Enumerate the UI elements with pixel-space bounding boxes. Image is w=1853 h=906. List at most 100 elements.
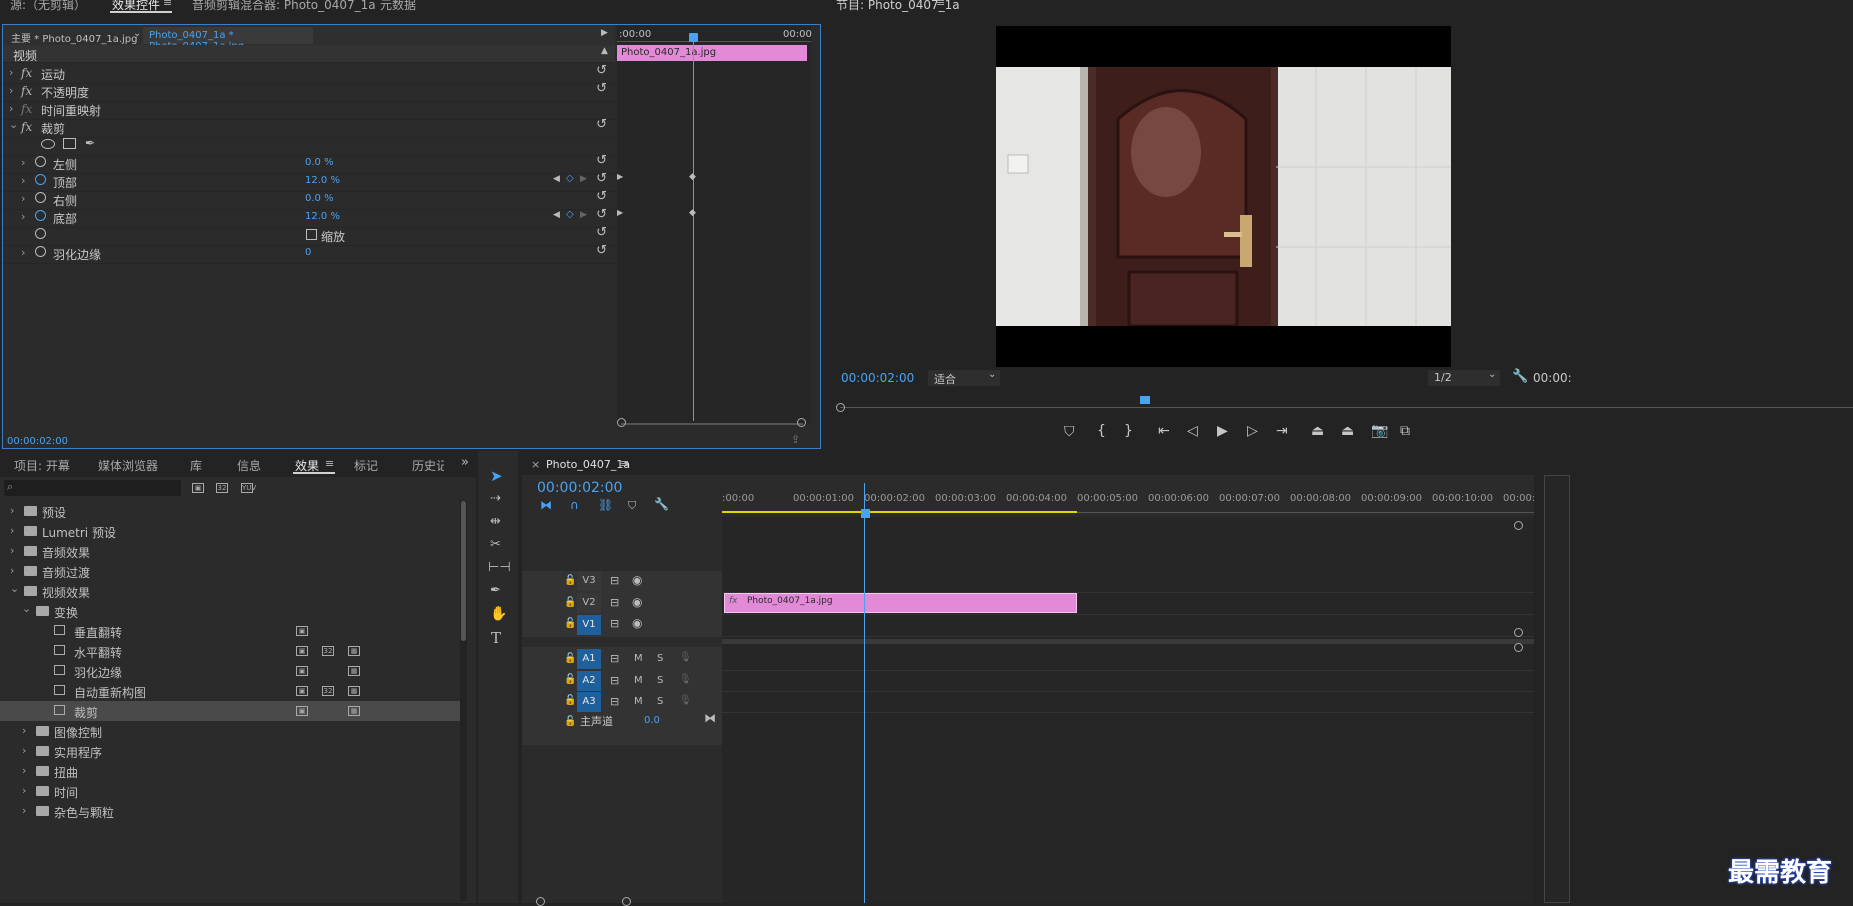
fx-icon[interactable]: fx <box>21 66 32 80</box>
nav-arrow-icon[interactable]: ▶ <box>617 172 623 181</box>
sequence-clip-tab[interactable]: Photo_0407_1a * Photo_0407_1a.jpg <box>143 27 313 52</box>
master-clip-label[interactable]: 主要 * Photo_0407_1a.jpg <box>11 30 137 45</box>
effects-folder[interactable]: › 扭曲 <box>0 761 460 781</box>
menu-icon[interactable]: ≡ <box>620 457 629 470</box>
tab-library[interactable]: 库 <box>190 457 202 474</box>
effect-item[interactable]: ▣ 垂直翻转 <box>0 621 460 641</box>
track-a2[interactable]: A2 <box>577 671 601 691</box>
scrollbar-thumb[interactable] <box>461 501 466 641</box>
chevron-right-icon[interactable]: › <box>22 744 26 757</box>
tab-history[interactable]: 历史记 <box>412 457 444 474</box>
track-v2[interactable]: V2 <box>577 593 601 613</box>
track-v3[interactable]: V3 <box>577 571 601 591</box>
mute-button[interactable]: M <box>634 653 643 664</box>
export-icon[interactable]: ⇪ <box>791 433 800 446</box>
stopwatch-icon[interactable] <box>35 228 46 239</box>
reset-icon[interactable]: ↺ <box>596 153 607 168</box>
chevron-down-icon[interactable]: ⌄ <box>9 118 18 131</box>
chevron-right-icon[interactable]: › <box>21 174 25 187</box>
mic-icon[interactable]: 🎙 <box>679 695 692 706</box>
effects-folder[interactable]: › 音频过渡 <box>0 561 460 581</box>
marker-icon[interactable]: ⛉ <box>628 499 636 513</box>
mute-button[interactable]: M <box>634 696 643 707</box>
scroll-handle-left[interactable] <box>617 418 626 427</box>
chevron-right-icon[interactable]: › <box>21 192 25 205</box>
add-keyframe-icon[interactable]: ◇ <box>566 209 574 220</box>
go-to-out-icon[interactable]: ⇥ <box>1276 423 1288 439</box>
prev-keyframe-icon[interactable]: ◀ <box>553 174 560 184</box>
linked-select-icon[interactable]: ⛓ <box>598 498 613 512</box>
sync-lock-icon[interactable]: ⊟ <box>610 574 619 587</box>
effects-folder[interactable]: › 音频效果 <box>0 541 460 561</box>
effect-controls-timecode[interactable]: 00:00:02:00 <box>7 436 68 447</box>
close-icon[interactable]: × <box>531 458 540 471</box>
param-value[interactable]: 0.0 % <box>305 157 334 168</box>
yuv-filter-icon[interactable]: YUV <box>241 483 256 493</box>
slip-tool-icon[interactable]: ⊢⊣ <box>488 560 511 575</box>
effect-item[interactable]: ▣ ▦ 羽化边缘 <box>0 661 460 681</box>
next-keyframe-icon[interactable]: ▶ <box>580 210 587 220</box>
sync-lock-icon[interactable]: ⊟ <box>610 695 619 708</box>
lock-icon[interactable]: 🔓 <box>564 653 576 664</box>
keyframe-icon[interactable]: ◆ <box>689 172 696 182</box>
playhead-handle[interactable] <box>689 33 698 42</box>
chevron-right-icon[interactable]: › <box>9 84 13 97</box>
ellipse-mask-icon[interactable] <box>41 139 55 149</box>
feather-row[interactable]: › 羽化边缘 0 ↺ <box>3 243 615 264</box>
effects-folder[interactable]: › 预设 <box>0 501 460 521</box>
ripple-edit-tool-icon[interactable]: ⇹ <box>490 514 501 529</box>
sync-lock-icon[interactable]: ⊟ <box>610 652 619 665</box>
resolution-dropdown[interactable]: 1/2 ⌄ <box>1428 369 1500 386</box>
stopwatch-icon[interactable] <box>35 156 46 167</box>
scroll-handle-right[interactable] <box>797 418 806 427</box>
play-triangle-icon[interactable]: ▶ <box>601 28 608 38</box>
chevron-right-icon[interactable]: › <box>21 210 25 223</box>
camera-icon[interactable]: 📷 <box>1371 423 1388 439</box>
effect-item[interactable]: ▣ ▦ 32 水平翻转 <box>0 641 460 661</box>
effects-folder[interactable]: › 杂色与颗粒 <box>0 801 460 821</box>
vertical-zoom-bar[interactable] <box>1514 517 1523 903</box>
track-select-tool-icon[interactable]: ⇢ <box>490 491 501 506</box>
lock-icon[interactable]: 🔓 <box>564 618 576 629</box>
work-area-bar[interactable] <box>722 511 1077 513</box>
more-tabs-icon[interactable]: » <box>461 455 469 470</box>
wrench-icon[interactable]: 🔧 <box>654 497 669 511</box>
effects-folder[interactable]: ⌄ 视频效果 <box>0 581 460 601</box>
program-scrubber[interactable] <box>836 396 1853 412</box>
pen-mask-icon[interactable]: ✒ <box>85 136 95 150</box>
add-marker-icon[interactable]: ⛉ <box>1064 424 1075 440</box>
scroll-handle-left[interactable] <box>836 403 845 412</box>
stopwatch-icon[interactable] <box>35 246 46 257</box>
fit-dropdown[interactable]: 适合 ⌄ <box>928 369 1000 386</box>
step-back-icon[interactable]: ◁ <box>1187 423 1198 439</box>
master-volume[interactable]: 0.0 <box>644 715 660 726</box>
effect-item[interactable]: ▣ ▦ 32 自动重新构图 <box>0 681 460 701</box>
scroll-handle-top[interactable] <box>1514 521 1523 530</box>
eye-icon[interactable]: ◉ <box>632 573 642 587</box>
solo-button[interactable]: S <box>657 675 663 686</box>
chevron-right-icon[interactable]: › <box>9 66 13 79</box>
reset-icon[interactable]: ↺ <box>596 243 607 258</box>
timeline-timecode[interactable]: 00:00:02:00 <box>537 480 622 496</box>
tab-markers[interactable]: 标记 <box>354 457 378 474</box>
sync-lock-icon[interactable]: ⊟ <box>610 596 619 609</box>
solo-button[interactable]: S <box>657 653 663 664</box>
sync-lock-icon[interactable]: ⊟ <box>610 674 619 687</box>
chevron-right-icon[interactable]: › <box>9 102 13 115</box>
chevron-down-icon[interactable]: ⌄ <box>133 28 141 39</box>
scrubber-head[interactable] <box>1140 396 1150 404</box>
param-value[interactable]: 12.0 % <box>305 175 340 186</box>
scroll-handle-left[interactable] <box>536 897 545 906</box>
timeline-clip[interactable]: fx Photo_0407_1a.jpg <box>724 593 1077 613</box>
chevron-right-icon[interactable]: › <box>21 246 25 259</box>
eye-icon[interactable]: ◉ <box>632 616 642 630</box>
effects-scrollbar[interactable] <box>460 501 467 901</box>
mini-clip[interactable]: Photo_0407_1a.jpg <box>617 45 807 61</box>
lock-icon[interactable]: 🔓 <box>564 695 576 706</box>
type-tool-icon[interactable]: T <box>491 629 501 647</box>
tab-audio-mixer[interactable]: 音频剪辑混合器: Photo_0407_1a <box>192 0 376 13</box>
param-value[interactable]: 0.0 % <box>305 193 334 204</box>
reset-icon[interactable]: ↺ <box>596 63 607 78</box>
menu-icon[interactable]: ≡ <box>936 0 945 9</box>
track-a1[interactable]: A1 <box>577 649 601 669</box>
